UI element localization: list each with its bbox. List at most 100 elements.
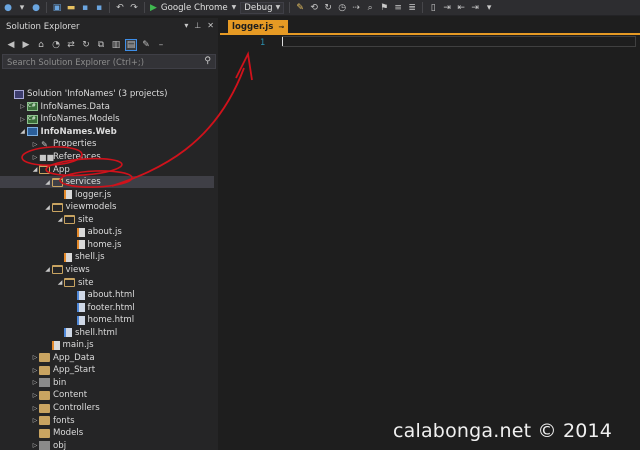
comment-icon[interactable]: ≡	[393, 3, 403, 13]
expanded-arrow-icon[interactable]: ◢	[44, 266, 52, 273]
outdent-icon[interactable]: ⇥	[470, 3, 480, 13]
tree-item[interactable]: ▷ Content	[0, 389, 214, 402]
forward-icon[interactable]: ▶	[21, 40, 31, 50]
solution-configuration-select[interactable]: Debug ▼	[240, 1, 285, 14]
home-icon[interactable]: ⌂	[36, 40, 46, 50]
step-icon[interactable]: ⇢	[351, 3, 361, 13]
panel-menu-icon[interactable]: ▾	[184, 21, 188, 30]
start-debugging-icon[interactable]: ▶	[150, 3, 157, 13]
tree-item[interactable]: about.html	[0, 289, 214, 302]
tree-item-label: home.js	[87, 239, 122, 250]
tree-item[interactable]: about.js	[0, 226, 214, 239]
tree-item[interactable]: ◢ InfoNames.Web	[0, 126, 214, 139]
tree-item[interactable]: ▷ C# InfoNames.Data	[0, 101, 214, 114]
collapsed-arrow-icon[interactable]: ▷	[31, 141, 39, 148]
tree-item[interactable]: shell.html	[0, 326, 214, 339]
search-icon[interactable]: ⚲	[204, 56, 211, 66]
search-box[interactable]: ⚲	[2, 54, 216, 69]
new-project-icon[interactable]: ▣	[52, 3, 62, 13]
browser-dropdown-icon[interactable]: ▼	[232, 4, 237, 11]
tree-item-label: Content	[53, 390, 88, 401]
tree-item[interactable]: ▷ obj	[0, 439, 214, 450]
tree-item[interactable]: Models	[0, 427, 214, 440]
expanded-arrow-icon[interactable]: ◢	[56, 216, 64, 223]
bookmark-icon[interactable]: ⚑	[379, 3, 389, 13]
folder-icon	[39, 428, 50, 438]
format-icon[interactable]: ⇥	[442, 3, 452, 13]
tree-item[interactable]: ◢ viewmodels	[0, 201, 214, 214]
dropdown-arrow-icon[interactable]: ▾	[17, 3, 27, 13]
find-icon[interactable]: ⌕	[365, 3, 375, 13]
pin-tab-icon[interactable]: ⊸	[278, 23, 284, 31]
collapsed-arrow-icon[interactable]: ▷	[31, 354, 39, 361]
close-icon[interactable]: ✕	[207, 21, 214, 30]
tree-item[interactable]: ▷ bin	[0, 377, 214, 390]
tree-item[interactable]: ▷ C# InfoNames.Models	[0, 113, 214, 126]
collapsed-arrow-icon[interactable]: ▷	[31, 379, 39, 386]
sync-icon[interactable]: ◔	[51, 40, 61, 50]
back-icon[interactable]: ◀	[6, 40, 16, 50]
collapsed-arrow-icon[interactable]: ▷	[31, 442, 39, 449]
current-line-highlight[interactable]	[282, 36, 636, 47]
refresh-icon[interactable]: ↻	[81, 40, 91, 50]
collapsed-arrow-icon[interactable]: ▷	[31, 392, 39, 399]
save-icon[interactable]: ▪	[80, 3, 90, 13]
search-input[interactable]	[7, 56, 187, 67]
uncomment-icon[interactable]: ≣	[407, 3, 417, 13]
attach-icon[interactable]: ✎	[295, 3, 305, 13]
tree-item[interactable]: ▷ App_Start	[0, 364, 214, 377]
browser-target-label[interactable]: Google Chrome	[161, 3, 228, 13]
collapsed-arrow-icon[interactable]: ▷	[31, 405, 39, 412]
tree-item[interactable]: ▷ fonts	[0, 414, 214, 427]
browser-link-icon[interactable]: ⟲	[309, 3, 319, 13]
tree-item[interactable]: main.js	[0, 339, 214, 352]
tree-item[interactable]: logger.js	[0, 188, 214, 201]
tree-item[interactable]: Solution 'InfoNames' (3 projects)	[0, 88, 214, 101]
collapse-all-icon[interactable]: ⧉	[96, 40, 106, 50]
refresh-icon[interactable]: ↻	[323, 3, 333, 13]
history-icon[interactable]: ◷	[337, 3, 347, 13]
tree-item-label: InfoNames.Models	[40, 114, 120, 125]
tree-item[interactable]: shell.js	[0, 251, 214, 264]
expanded-arrow-icon[interactable]: ◢	[19, 128, 27, 135]
save-all-icon[interactable]: ▪	[94, 3, 104, 13]
pending-changes-icon[interactable]: ⇄	[66, 40, 76, 50]
tab-label: logger.js	[232, 21, 274, 32]
expanded-arrow-icon[interactable]: ◢	[44, 179, 52, 186]
tree-item[interactable]: ▷ App_Data	[0, 352, 214, 365]
expanded-arrow-icon[interactable]: ◢	[31, 166, 39, 173]
tree-item[interactable]: ▷ Controllers	[0, 402, 214, 415]
collapsed-arrow-icon[interactable]: ▷	[31, 154, 39, 161]
show-all-files-icon[interactable]: ▥	[111, 40, 121, 50]
tree-item[interactable]: footer.html	[0, 301, 214, 314]
tree-item[interactable]: home.js	[0, 239, 214, 252]
folder-open-icon	[64, 278, 75, 287]
undo-icon[interactable]: ↶	[115, 3, 125, 13]
collapsed-arrow-icon[interactable]: ▷	[19, 116, 27, 123]
document-icon[interactable]: ▯	[428, 3, 438, 13]
redo-icon[interactable]: ↷	[129, 3, 139, 13]
properties-wrench-icon[interactable]: ✎	[141, 40, 151, 50]
tree-item[interactable]: ▷ ■■ References	[0, 151, 214, 164]
collapsed-arrow-icon[interactable]: ▷	[19, 103, 27, 110]
preview-icon[interactable]: ▤	[125, 38, 137, 51]
collapsed-arrow-icon[interactable]: ▷	[31, 367, 39, 374]
open-folder-icon[interactable]: ▬	[66, 3, 76, 13]
preview-selected-icon[interactable]: –	[156, 40, 166, 50]
expanded-arrow-icon[interactable]: ◢	[56, 279, 64, 286]
tree-item[interactable]: ◢ site	[0, 276, 214, 289]
tree-item[interactable]: ◢ site	[0, 214, 214, 227]
tab-logger-js[interactable]: logger.js ⊸	[228, 20, 289, 33]
back-icon[interactable]: ●	[3, 3, 13, 13]
tree-item[interactable]: ◢ App	[0, 163, 214, 176]
forward-icon[interactable]: ●	[31, 3, 41, 13]
tree-item[interactable]: ◢ services	[0, 175, 214, 189]
toolbar-options-icon[interactable]: ▾	[484, 3, 494, 13]
tree-item[interactable]: ◢ views	[0, 264, 214, 277]
indent-icon[interactable]: ⇤	[456, 3, 466, 13]
tree-item[interactable]: home.html	[0, 314, 214, 327]
collapsed-arrow-icon[interactable]: ▷	[31, 417, 39, 424]
expanded-arrow-icon[interactable]: ◢	[44, 204, 52, 211]
tree-item[interactable]: ▷ ✎ Properties	[0, 138, 214, 151]
pin-icon[interactable]: ⊥	[194, 21, 201, 30]
